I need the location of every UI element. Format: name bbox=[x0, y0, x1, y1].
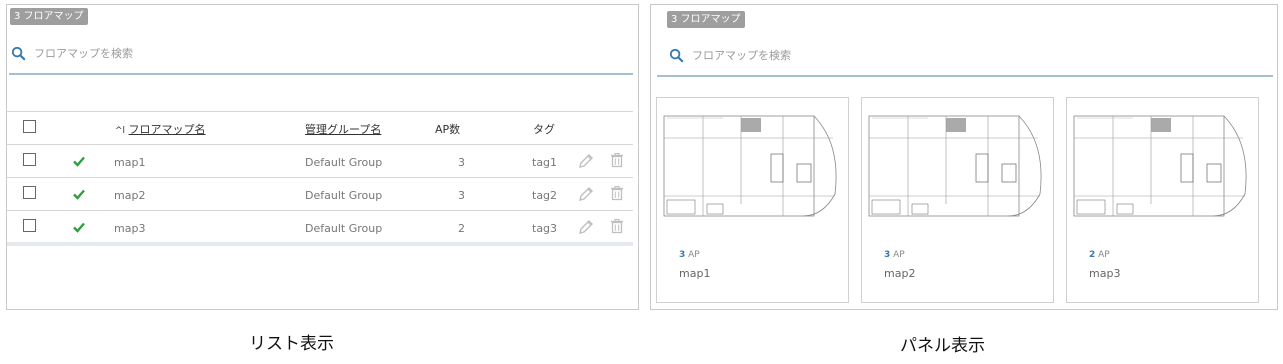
row-tag: tag1 bbox=[532, 156, 558, 169]
search-underline bbox=[657, 75, 1273, 77]
row-ap-count: 3 bbox=[458, 156, 465, 169]
pencil-icon[interactable] bbox=[578, 153, 594, 169]
search-icon bbox=[11, 46, 26, 60]
row-ap-count: 2 bbox=[458, 222, 465, 235]
list-view-panel: 3 フロアマップ フロアマップを検索 ^l フロアマップ名 管理グループ名 AP… bbox=[6, 4, 639, 310]
floormap-thumbnail bbox=[663, 104, 842, 226]
row-checkbox[interactable] bbox=[23, 219, 36, 232]
card-map-name: map3 bbox=[1089, 267, 1121, 280]
list-view-caption: リスト表示 bbox=[249, 334, 334, 354]
search-icon bbox=[669, 48, 684, 62]
floormap-count-badge: 3 フロアマップ bbox=[10, 8, 88, 25]
search-input[interactable]: フロアマップを検索 bbox=[669, 43, 1269, 67]
row-divider bbox=[7, 210, 633, 211]
panel-view-caption: パネル表示 bbox=[900, 336, 985, 356]
row-tag: tag2 bbox=[532, 189, 558, 202]
row-ap-count: 3 bbox=[458, 189, 465, 202]
table-top-divider bbox=[7, 111, 633, 112]
trash-icon[interactable] bbox=[609, 185, 625, 201]
row-map-name[interactable]: map3 bbox=[114, 222, 145, 235]
row-group-name: Default Group bbox=[305, 189, 383, 202]
floormap-thumbnail bbox=[1073, 104, 1252, 226]
row-map-name[interactable]: map2 bbox=[114, 189, 145, 202]
search-underline bbox=[9, 73, 633, 75]
row-checkbox[interactable] bbox=[23, 153, 36, 166]
card-ap-count: 3 AP bbox=[679, 250, 700, 260]
card-ap-count: 2 AP bbox=[1089, 250, 1110, 260]
trash-icon[interactable] bbox=[609, 152, 625, 168]
sort-indicator: ^l bbox=[115, 126, 126, 136]
pencil-icon[interactable] bbox=[578, 186, 594, 202]
check-icon bbox=[73, 189, 85, 200]
row-checkbox[interactable] bbox=[23, 186, 36, 199]
panel-view-panel: 3 フロアマップ フロアマップを検索 3 AP map1 3 AP map2 2… bbox=[650, 4, 1278, 310]
column-header-ap-count: AP数 bbox=[435, 123, 461, 136]
floormap-card[interactable]: 2 AP map3 bbox=[1066, 97, 1259, 303]
column-header-name[interactable]: ^l フロアマップ名 bbox=[115, 121, 206, 137]
card-map-name: map1 bbox=[679, 267, 711, 280]
column-header-tag: タグ bbox=[533, 123, 555, 136]
search-placeholder: フロアマップを検索 bbox=[34, 47, 133, 60]
row-divider bbox=[7, 177, 633, 178]
floormap-count-badge: 3 フロアマップ bbox=[667, 11, 745, 28]
floormap-thumbnail bbox=[868, 104, 1047, 226]
check-icon bbox=[73, 156, 85, 167]
pencil-icon[interactable] bbox=[578, 219, 594, 235]
floormap-card[interactable]: 3 AP map2 bbox=[861, 97, 1054, 303]
trash-icon[interactable] bbox=[609, 218, 625, 234]
search-input[interactable]: フロアマップを検索 bbox=[11, 41, 631, 65]
row-group-name: Default Group bbox=[305, 222, 383, 235]
column-header-group[interactable]: 管理グループ名 bbox=[305, 121, 381, 137]
card-ap-count: 3 AP bbox=[884, 250, 905, 260]
floormap-card[interactable]: 3 AP map1 bbox=[656, 97, 849, 303]
row-map-name[interactable]: map1 bbox=[114, 156, 145, 169]
header-divider bbox=[7, 144, 633, 145]
card-map-name: map2 bbox=[884, 267, 916, 280]
row-group-name: Default Group bbox=[305, 156, 383, 169]
search-placeholder: フロアマップを検索 bbox=[692, 49, 791, 62]
table-bottom-bar bbox=[7, 242, 633, 246]
select-all-checkbox[interactable] bbox=[23, 120, 36, 133]
row-tag: tag3 bbox=[532, 222, 558, 235]
check-icon bbox=[73, 222, 85, 233]
